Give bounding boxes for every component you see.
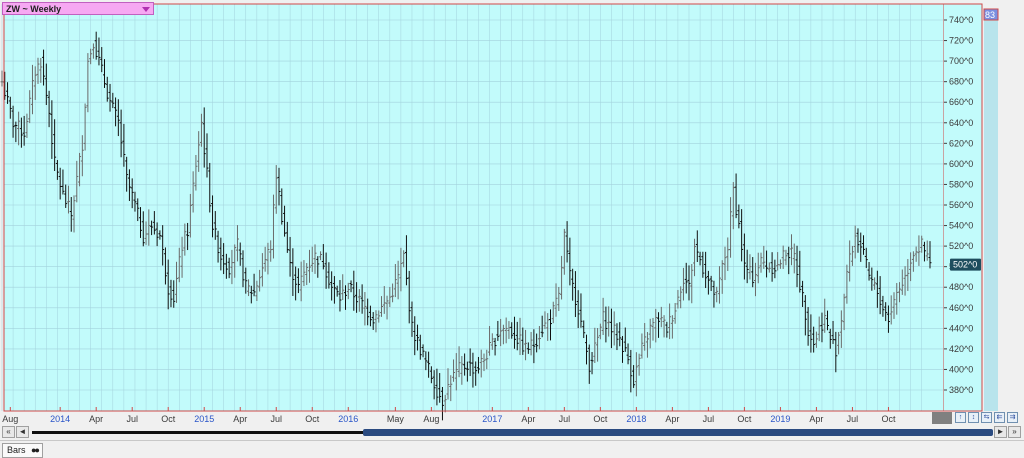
x-tick-label: Apr <box>665 414 679 424</box>
y-tick-label: 440^0 <box>949 323 973 333</box>
last-price-label: 502^0 <box>953 260 977 270</box>
y-tick-label: 460^0 <box>949 303 973 313</box>
plot-area <box>4 4 944 411</box>
scroll-thumb[interactable] <box>363 429 993 436</box>
symbol-selector[interactable]: ZW ~ Weekly <box>2 2 154 15</box>
zoom-width-button[interactable]: ⇆ <box>981 412 992 423</box>
y-tick-label: 700^0 <box>949 56 973 66</box>
zoom-up-button[interactable]: ↑ <box>955 412 966 423</box>
symbol-label: ZW ~ Weekly <box>6 4 62 14</box>
scroll-start-button[interactable]: « <box>2 426 15 438</box>
axis-corner-block <box>932 412 952 424</box>
x-tick-label: May <box>387 414 405 424</box>
x-tick-label: Jul <box>559 414 571 424</box>
link-dots-icon: ●● <box>31 445 40 455</box>
x-tick-label: Apr <box>809 414 823 424</box>
y-tick-label: 740^0 <box>949 15 973 25</box>
price-chart: 380^0400^0420^0440^0460^0480^0500^0520^0… <box>0 3 999 424</box>
x-tick-label: Apr <box>89 414 103 424</box>
y-tick-label: 720^0 <box>949 36 973 46</box>
x-tick-label: Jul <box>703 414 715 424</box>
x-tick-label: 2016 <box>338 414 358 424</box>
price-bar <box>0 70 4 87</box>
y-tick-label: 520^0 <box>949 241 973 251</box>
x-tick-label: Oct <box>737 414 752 424</box>
x-tick-label: Jul <box>126 414 138 424</box>
x-tick-label: Oct <box>305 414 320 424</box>
x-tick-label: Oct <box>881 414 896 424</box>
y-tick-label: 560^0 <box>949 200 973 210</box>
x-tick-label: Aug <box>2 414 18 424</box>
status-bar: Bars ●● <box>0 440 1024 458</box>
x-tick-label: 2015 <box>194 414 214 424</box>
scroll-left-button[interactable]: ◄ <box>16 426 29 438</box>
y-tick-label: 380^0 <box>949 385 973 395</box>
top-badge: 83 <box>985 10 995 20</box>
bars-tab[interactable]: Bars ●● <box>2 443 43 458</box>
x-tick-label: 2018 <box>626 414 646 424</box>
zoom-fit-button[interactable]: ↕ <box>968 412 979 423</box>
x-tick-label: Apr <box>521 414 535 424</box>
y-tick-label: 660^0 <box>949 97 973 107</box>
x-tick-label: Oct <box>161 414 176 424</box>
y-tick-label: 400^0 <box>949 364 973 374</box>
x-tick-label: Jul <box>847 414 859 424</box>
x-tick-label: Aug <box>423 414 439 424</box>
x-tick-label: Jul <box>270 414 282 424</box>
y-tick-label: 620^0 <box>949 138 973 148</box>
dropdown-arrow-icon <box>142 7 150 12</box>
time-scrollbar[interactable]: « ◄ ► » <box>0 425 1024 439</box>
x-tick-label: Oct <box>593 414 608 424</box>
y-tick-label: 680^0 <box>949 77 973 87</box>
y-tick-label: 640^0 <box>949 118 973 128</box>
x-tick-label: Apr <box>233 414 247 424</box>
y-tick-label: 580^0 <box>949 179 973 189</box>
scroll-right-button[interactable]: ► <box>994 426 1007 438</box>
y-tick-label: 420^0 <box>949 344 973 354</box>
y-tick-label: 480^0 <box>949 282 973 292</box>
x-tick-label: 2014 <box>50 414 70 424</box>
scroll-back-button[interactable]: ⇇ <box>994 412 1005 423</box>
bars-tab-label: Bars <box>7 445 26 455</box>
scroll-end-button[interactable]: » <box>1008 426 1021 438</box>
y-tick-label: 600^0 <box>949 159 973 169</box>
side-panel <box>984 9 998 411</box>
x-tick-label: 2019 <box>770 414 790 424</box>
y-tick-label: 540^0 <box>949 221 973 231</box>
scroll-forward-button[interactable]: ⇉ <box>1007 412 1018 423</box>
x-tick-label: 2017 <box>482 414 502 424</box>
